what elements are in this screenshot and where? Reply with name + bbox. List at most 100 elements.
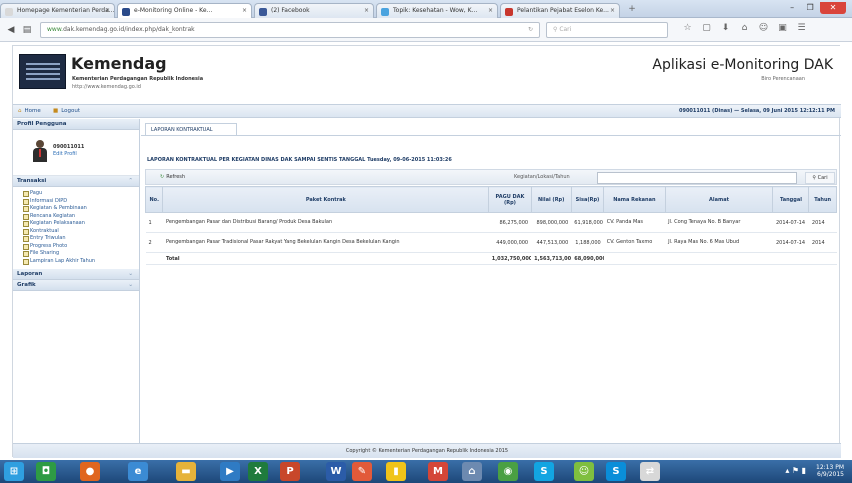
refresh-button[interactable]: ↻ Refresh [156, 173, 189, 183]
app-green-icon[interactable]: ◘ [36, 462, 56, 481]
sidebar-item[interactable]: Pagu [23, 190, 133, 198]
brand-name: Kemendag [71, 54, 167, 73]
browser-tab[interactable]: (2) Facebook × [254, 3, 374, 18]
browser-tab[interactable]: Pelantikan Pejabat Eselon Ke... × [500, 3, 620, 18]
cell-nilai: 898,000,000 [531, 212, 572, 233]
browser-search-input[interactable]: ⚲ Cari [546, 22, 668, 38]
cell-paket: Pengembangan Pasar Tradisional Pasar Rak… [162, 232, 489, 253]
logout-link[interactable]: ■ Logout [53, 108, 80, 114]
media-icon[interactable]: ▶ [220, 462, 240, 481]
firefox-icon[interactable]: ● [80, 462, 100, 481]
excel-icon[interactable]: X [248, 462, 268, 481]
report-search-input[interactable] [597, 172, 797, 184]
sidebar-item[interactable]: Kegiatan Pelaksanaan [23, 220, 133, 228]
social-icon[interactable]: ☺ [754, 23, 773, 33]
ie-icon[interactable]: e [128, 462, 148, 481]
cell-pagu: 86,275,000 [488, 212, 532, 233]
menu-icon[interactable]: ☰ [792, 23, 811, 33]
home-link[interactable]: ⌂ Home [18, 108, 41, 114]
network-icon[interactable]: ⇄ [640, 462, 660, 481]
sidebar-section-transaksi[interactable]: Transaksi ⌃ [13, 176, 139, 187]
reload-icon[interactable]: ↻ [528, 26, 533, 33]
tab-label: Topik: Kesehatan - Wow, K... [393, 7, 478, 14]
cell-tahun: 2014 [808, 212, 837, 233]
new-tab-button[interactable]: + [622, 4, 642, 17]
close-window-button[interactable]: ✕ [820, 2, 846, 14]
skype-icon[interactable]: S [534, 462, 554, 481]
browser-tab[interactable]: e-Monitoring Online - Ke... × [117, 3, 252, 19]
windows-start-icon[interactable]: ⊞ [4, 462, 24, 481]
search-button[interactable]: ⚲ Cari [805, 172, 835, 184]
download-icon[interactable]: ⬇ [716, 23, 735, 33]
word-icon[interactable]: W [326, 462, 346, 481]
minimize-button[interactable]: – [784, 2, 800, 14]
system-tray[interactable]: ▴ ⚑ ▮ [785, 466, 806, 475]
column-header[interactable]: Sisa(Rp) [570, 186, 605, 213]
windows-taskbar: ▴ ⚑ ▮ 12:13 PM 6/9/2015 ⊞ ◘ ● e ▬ ▶ X P W ✎ ▮ M ⌂ ◉ S ☺ S… [0, 460, 852, 483]
sidebar-item[interactable]: Entry Triwulan [23, 235, 133, 243]
cell-no: 1 [145, 212, 163, 233]
sidebar-item[interactable]: Informasi DIPD [23, 198, 133, 206]
search-placeholder: Cari [559, 26, 572, 33]
column-header[interactable]: Tahun [808, 186, 837, 213]
page-icon [5, 8, 13, 16]
address-bar[interactable]: www.dak.kemendag.go.id/index.php/dak_kon… [40, 22, 540, 38]
avatar [33, 140, 47, 162]
profile-header: Profil Pengguna [13, 119, 139, 130]
paint-icon[interactable]: ✎ [352, 462, 372, 481]
cell-no: 2 [145, 232, 163, 253]
table-row[interactable]: 2 Pengembangan Pasar Tradisional Pasar Ra… [145, 232, 837, 253]
chat-icon[interactable]: ☺ [574, 462, 594, 481]
search-label: Kegiatan/Lokasi/Tahun [514, 174, 570, 180]
user-name: 090011011 [53, 144, 85, 150]
sidebar-item[interactable]: Kegiatan & Pembinaan [23, 205, 133, 213]
close-tab-icon[interactable]: × [242, 7, 247, 14]
logout-icon: ■ [53, 108, 59, 114]
url-secure-prefix: www. [47, 26, 64, 33]
sidebar-item[interactable]: Rencana Kegiatan [23, 213, 133, 221]
sidebar-item[interactable]: File Sharing [23, 250, 133, 258]
task-icon[interactable]: ⌂ [462, 462, 482, 481]
powerpoint-icon[interactable]: P [280, 462, 300, 481]
total-cell [808, 252, 837, 265]
reading-list-icon[interactable]: ▢ [697, 23, 716, 33]
bookmark-star-icon[interactable]: ☆ [678, 23, 697, 33]
column-header[interactable]: Alamat [664, 186, 774, 213]
tab-divider [141, 135, 841, 136]
pocket-icon[interactable]: ▣ [773, 23, 792, 33]
sidebar-item[interactable]: Progress Photo [23, 243, 133, 251]
gmail-icon[interactable]: M [428, 462, 448, 481]
taskbar-clock[interactable]: 12:13 PM 6/9/2015 [816, 464, 844, 478]
column-header[interactable]: Nilai (Rp) [530, 186, 572, 213]
page-menu-icon[interactable]: ▤ [20, 23, 34, 37]
sidebar-item[interactable]: Kontraktual [23, 228, 133, 236]
explorer-icon[interactable]: ▬ [176, 462, 196, 481]
back-icon[interactable]: ◀ [4, 23, 18, 37]
chrome-icon[interactable]: ◉ [498, 462, 518, 481]
tab-laporan-kontraktual[interactable]: LAPORAN KONTRAKTUAL [145, 123, 237, 135]
table-header: No. Paket Kontrak PAGU DAK (Rp) Nilai (Rp) S… [144, 186, 837, 213]
maximize-button[interactable]: ❐ [802, 2, 818, 14]
close-tab-icon[interactable]: × [610, 7, 615, 14]
sidebar-section-laporan[interactable]: Laporan ⌄ [13, 269, 139, 280]
close-tab-icon[interactable]: × [364, 7, 369, 14]
close-tab-icon[interactable]: × [105, 7, 110, 14]
close-tab-icon[interactable]: × [488, 7, 493, 14]
browser-tab[interactable]: Topik: Kesehatan - Wow, K... × [376, 3, 498, 18]
skype2-icon[interactable]: S [606, 462, 626, 481]
column-header[interactable]: Nama Rekanan [603, 186, 666, 213]
home-icon[interactable]: ⌂ [735, 23, 754, 33]
edit-profile-link[interactable]: Edit Profil [53, 151, 77, 157]
bookmark-icon[interactable]: ▮ [386, 462, 406, 481]
sidebar-item[interactable]: Lampiran Lap Akhir Tahun [23, 258, 133, 266]
total-cell: 1,563,713,000 [531, 252, 572, 265]
column-header[interactable]: Tanggal [772, 186, 810, 213]
report-title: LAPORAN KONTRAKTUAL PER KEGIATAN DINAS D… [147, 157, 452, 163]
table-row[interactable]: 1 Pengembangan Pasar dan Distribusi Baran… [145, 212, 837, 233]
column-header[interactable]: PAGU DAK (Rp) [488, 186, 532, 213]
total-cell [145, 252, 163, 265]
column-header[interactable]: No. [144, 186, 164, 213]
browser-tab[interactable]: Homepage Kementerian Perda... × [0, 3, 115, 18]
sidebar-section-grafik[interactable]: Grafik ⌄ [13, 280, 139, 291]
column-header[interactable]: Paket Kontrak [162, 186, 490, 213]
